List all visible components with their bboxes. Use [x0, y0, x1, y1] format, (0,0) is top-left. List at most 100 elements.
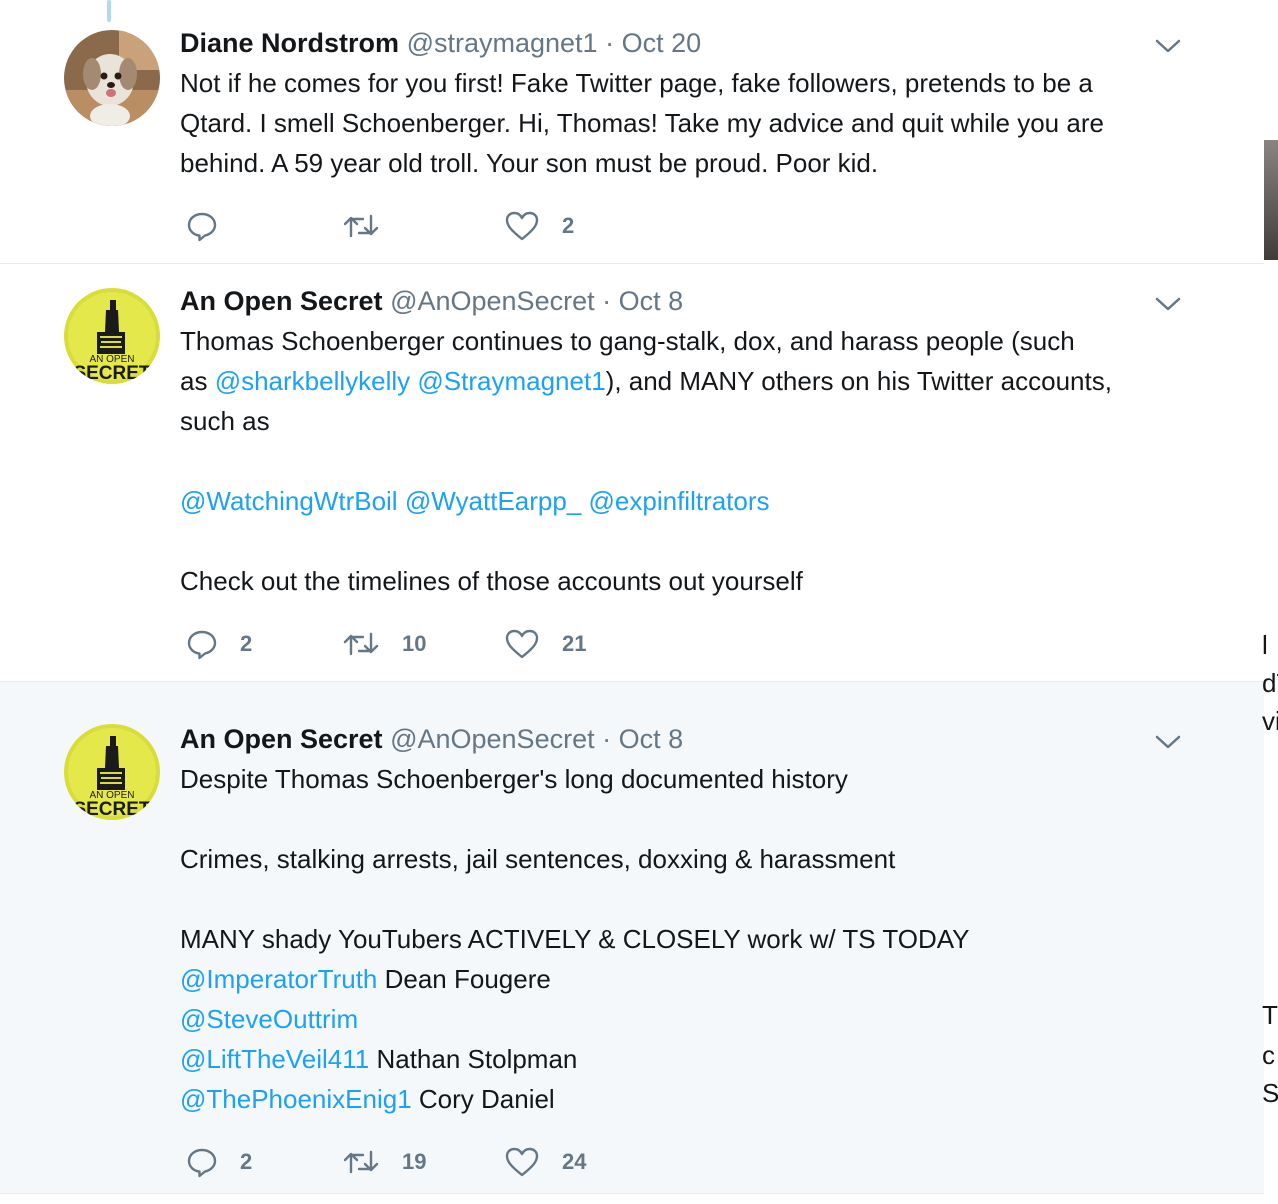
tweet-text: Not if he comes for you first! Fake Twit… — [180, 63, 1210, 183]
reply-button[interactable] — [186, 208, 240, 244]
tweet-text-line — [180, 799, 1210, 839]
tweet-actions: 2 — [186, 208, 786, 244]
timeline: Diane Nordstrom @straymagnet1 · Oct 20 N… — [0, 0, 1264, 1204]
chevron-down-icon[interactable] — [1154, 36, 1182, 56]
text-segment: Despite Thomas Schoenberger's long docum… — [180, 764, 848, 794]
tweet-text-line: as @sharkbellykelly @Straymagnet1), and … — [180, 361, 1210, 401]
reply-button[interactable]: 2 — [186, 626, 252, 662]
text-segment: Crimes, stalking arrests, jail sentences… — [180, 844, 896, 874]
reply-icon — [187, 630, 217, 660]
tweet-text-line: behind. A 59 year old troll. Your son mu… — [180, 143, 1210, 183]
text-segment: behind. A 59 year old troll. Your son mu… — [180, 148, 879, 178]
background-text-fragment: dT — [1262, 668, 1278, 698]
tweet-text-line: Qtard. I smell Schoenberger. Hi, Thomas!… — [180, 103, 1210, 143]
mention-link[interactable]: @sharkbellykelly — [215, 366, 410, 396]
separator-dot: · — [602, 286, 612, 316]
text-segment: Qtard. I smell Schoenberger. Hi, Thomas!… — [180, 108, 1104, 138]
text-segment: ), and MANY others on his Twitter accoun… — [605, 366, 1112, 396]
tweet-text-line: @LiftTheVeil411 Nathan Stolpman — [180, 1039, 1210, 1079]
heart-icon — [505, 211, 539, 241]
tweet-actions: 2 10 21 — [186, 626, 786, 662]
retweet-icon — [343, 214, 379, 238]
retweet-count: 10 — [402, 631, 427, 656]
tweet[interactable]: AN OPEN SECRET An Open Secret @AnOpenSec… — [0, 682, 1264, 1194]
text-segment: MANY shady YouTubers ACTIVELY & CLOSELY … — [180, 924, 970, 954]
author-name[interactable]: An Open Secret — [180, 286, 383, 316]
tweet-header: An Open Secret @AnOpenSecret · Oct 8 — [180, 284, 683, 318]
tweet-text-line: Not if he comes for you first! Fake Twit… — [180, 63, 1210, 103]
text-segment — [398, 486, 405, 516]
author-handle[interactable]: @AnOpenSecret — [390, 286, 595, 316]
mention-link[interactable]: @WyattEarpp_ — [405, 486, 581, 516]
text-segment: as — [180, 366, 215, 396]
like-button[interactable]: 21 — [504, 626, 586, 662]
tweet-text-line: Check out the timelines of those account… — [180, 561, 1210, 601]
mention-link[interactable]: @expinfiltrators — [589, 486, 770, 516]
logo-text-line2: SECRET — [73, 363, 150, 384]
chevron-down-icon[interactable] — [1154, 294, 1182, 314]
reply-icon — [187, 212, 217, 242]
text-segment: Check out the timelines of those account… — [180, 566, 803, 596]
reply-count: 2 — [240, 1149, 253, 1174]
mention-link[interactable]: @Straymagnet1 — [417, 366, 605, 396]
tweet-text: Despite Thomas Schoenberger's long docum… — [180, 759, 1210, 1119]
chevron-down-icon[interactable] — [1154, 732, 1182, 752]
timestamp[interactable]: Oct 8 — [619, 286, 684, 316]
tweet-text-line: @ThePhoenixEnig1 Cory Daniel — [180, 1079, 1210, 1119]
background-text-fragment: l — [1262, 630, 1268, 660]
timestamp[interactable]: Oct 20 — [622, 28, 702, 58]
separator-dot: · — [602, 724, 612, 754]
text-segment: Thomas Schoenberger continues to gang-st… — [180, 326, 1075, 356]
text-segment: Nathan Stolpman — [369, 1044, 578, 1074]
tweet-text: Thomas Schoenberger continues to gang-st… — [180, 321, 1210, 601]
mention-link[interactable]: @LiftTheVeil411 — [180, 1044, 369, 1074]
avatar[interactable]: AN OPEN SECRET — [64, 724, 160, 820]
text-segment: Dean Fougere — [377, 964, 551, 994]
reply-count: 2 — [240, 631, 253, 656]
text-segment — [581, 486, 588, 516]
tweet-text-line: @SteveOuttrim — [180, 999, 1210, 1039]
author-handle[interactable]: @AnOpenSecret — [390, 724, 595, 754]
retweet-icon — [343, 632, 379, 656]
mention-link[interactable]: @WatchingWtrBoil — [180, 486, 398, 516]
timestamp[interactable]: Oct 8 — [619, 724, 684, 754]
like-button[interactable]: 2 — [504, 208, 574, 244]
tweet-text-line: Crimes, stalking arrests, jail sentences… — [180, 839, 1210, 879]
reply-icon — [187, 1148, 217, 1178]
tweet-text-line: @WatchingWtrBoil @WyattEarpp_ @expinfilt… — [180, 481, 1210, 521]
author-name[interactable]: An Open Secret — [180, 724, 383, 754]
retweet-button[interactable]: 19 — [342, 1144, 426, 1180]
like-count: 24 — [562, 1149, 587, 1174]
reply-button[interactable]: 2 — [186, 1144, 252, 1180]
tweet-text-line — [180, 521, 1210, 561]
retweet-icon — [343, 1150, 379, 1174]
an-open-secret-logo-icon: AN OPEN SECRET — [64, 724, 160, 820]
tweet-text-line: Thomas Schoenberger continues to gang-st… — [180, 321, 1210, 361]
background-text-fragment: S — [1262, 1078, 1278, 1108]
mention-link[interactable]: @ImperatorTruth — [180, 964, 377, 994]
retweet-count: 19 — [402, 1149, 427, 1174]
like-count: 2 — [562, 213, 575, 238]
tweet[interactable]: AN OPEN SECRET An Open Secret @AnOpenSec… — [0, 264, 1264, 682]
avatar[interactable] — [64, 30, 160, 126]
logo-text-line2: SECRET — [73, 799, 150, 820]
an-open-secret-logo-icon: AN OPEN SECRET — [64, 288, 160, 384]
author-name[interactable]: Diane Nordstrom — [180, 28, 399, 58]
background-text-fragment: c — [1262, 1040, 1275, 1070]
retweet-button[interactable]: 10 — [342, 626, 426, 662]
like-count: 21 — [562, 631, 587, 656]
dog-photo-avatar-icon — [64, 30, 160, 126]
separator-dot: · — [605, 28, 615, 58]
tweet[interactable]: Diane Nordstrom @straymagnet1 · Oct 20 N… — [0, 0, 1264, 264]
tweet-text-line: @ImperatorTruth Dean Fougere — [180, 959, 1210, 999]
tweet-text-line — [180, 441, 1210, 481]
text-segment: Not if he comes for you first! Fake Twit… — [180, 68, 1093, 98]
retweet-button[interactable] — [342, 208, 402, 244]
author-handle[interactable]: @straymagnet1 — [407, 28, 598, 58]
tweet-header: Diane Nordstrom @straymagnet1 · Oct 20 — [180, 26, 701, 60]
like-button[interactable]: 24 — [504, 1144, 586, 1180]
avatar[interactable]: AN OPEN SECRET — [64, 288, 160, 384]
mention-link[interactable]: @SteveOuttrim — [180, 1004, 358, 1034]
mention-link[interactable]: @ThePhoenixEnig1 — [180, 1084, 412, 1114]
tweet-header: An Open Secret @AnOpenSecret · Oct 8 — [180, 722, 683, 756]
